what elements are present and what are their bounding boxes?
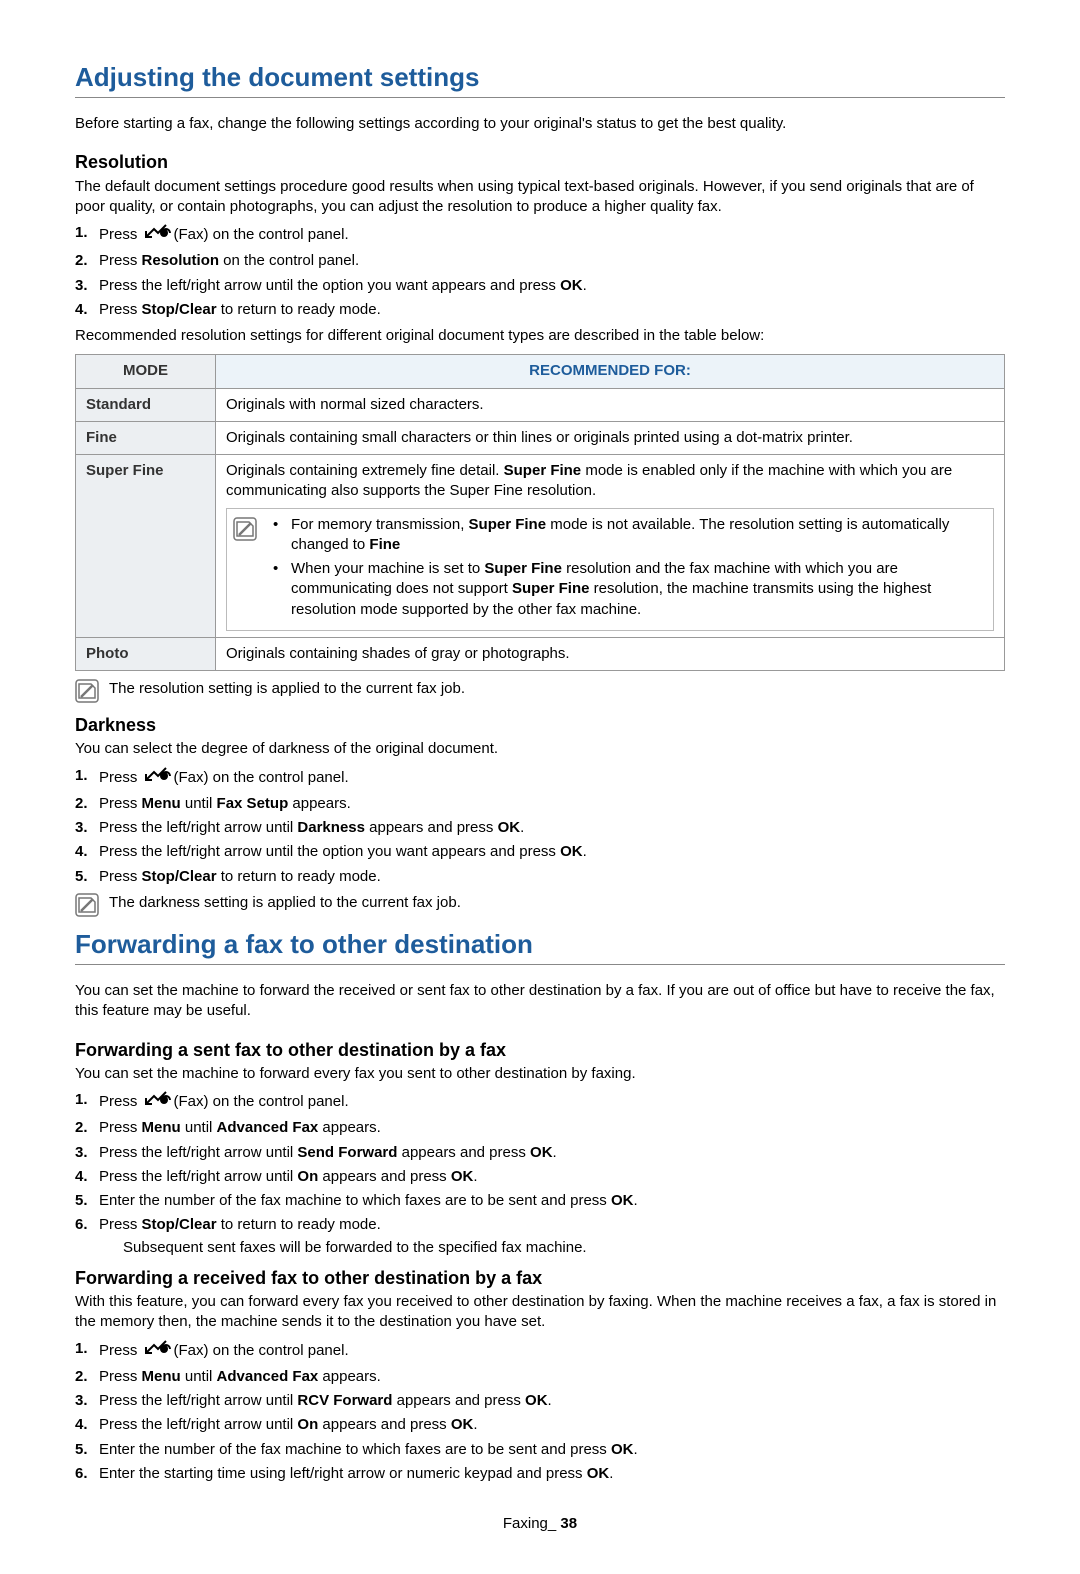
section-heading-forwarding: Forwarding a fax to other destination <box>75 927 1005 965</box>
note-icon <box>75 893 99 917</box>
intro-text: Before starting a fax, change the follow… <box>75 114 1005 134</box>
rec-line: Recommended resolution settings for diff… <box>75 326 1005 346</box>
fax-icon <box>144 1090 172 1114</box>
darkness-note: The darkness setting is applied to the c… <box>75 893 1005 917</box>
table-row: Fine Originals containing small characte… <box>76 421 1005 454</box>
fwd-rcv-steps: Press (Fax) on the control panel. Press … <box>75 1339 1005 1485</box>
table-row: Super Fine Originals containing extremel… <box>76 455 1005 638</box>
resolution-steps: Press (Fax) on the control panel. Press … <box>75 223 1005 320</box>
section-heading-adjusting: Adjusting the document settings <box>75 60 1005 98</box>
table-header-rec: RECOMMENDED FOR: <box>216 355 1005 388</box>
forwarding-intro: You can set the machine to forward the r… <box>75 981 1005 1022</box>
table-row: Standard Originals with normal sized cha… <box>76 388 1005 421</box>
darkness-desc: You can select the degree of darkness of… <box>75 739 1005 759</box>
fwd-sent-steps: Press (Fax) on the control panel. Press … <box>75 1090 1005 1258</box>
resolution-table: MODE RECOMMENDED FOR: Standard Originals… <box>75 354 1005 671</box>
fwd-sent-desc: You can set the machine to forward every… <box>75 1064 1005 1084</box>
table-row: Photo Originals containing shades of gra… <box>76 637 1005 670</box>
resolution-desc: The default document settings procedure … <box>75 177 1005 218</box>
subheading-darkness: Darkness <box>75 713 1005 737</box>
note-icon <box>75 679 99 703</box>
superfine-note-box: For memory transmission, Super Fine mode… <box>226 508 994 631</box>
fax-icon <box>144 1339 172 1363</box>
subheading-resolution: Resolution <box>75 150 1005 174</box>
subheading-fwd-rcv: Forwarding a received fax to other desti… <box>75 1266 1005 1290</box>
note-icon <box>233 517 257 624</box>
table-header-mode: MODE <box>76 355 216 388</box>
fax-icon <box>144 223 172 247</box>
subheading-fwd-sent: Forwarding a sent fax to other destinati… <box>75 1038 1005 1062</box>
page-footer: Faxing_ 38 <box>75 1514 1005 1534</box>
fax-icon <box>144 766 172 790</box>
fwd-rcv-desc: With this feature, you can forward every… <box>75 1292 1005 1333</box>
resolution-note: The resolution setting is applied to the… <box>75 679 1005 703</box>
darkness-steps: Press (Fax) on the control panel. Press … <box>75 766 1005 887</box>
